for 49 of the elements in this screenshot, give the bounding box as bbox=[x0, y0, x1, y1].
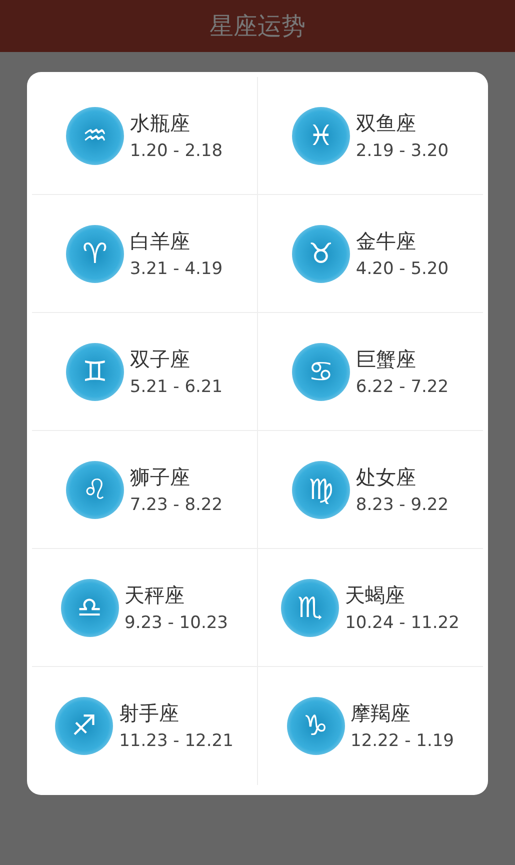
zodiac-name: 天秤座 bbox=[124, 582, 185, 608]
zodiac-dates: 5.21 - 6.21 bbox=[130, 376, 223, 398]
zodiac-item[interactable]: ♑ 摩羯座 12.22 - 1.19 bbox=[258, 667, 483, 785]
zodiac-name: 金牛座 bbox=[356, 228, 416, 254]
zodiac-item[interactable]: ♊ 双子座 5.21 - 6.21 bbox=[32, 313, 258, 431]
zodiac-icon: ♏ bbox=[281, 578, 340, 636]
zodiac-icon: ♉ bbox=[292, 224, 350, 282]
zodiac-name: 摩羯座 bbox=[350, 700, 411, 727]
zodiac-icon: ♋ bbox=[292, 342, 350, 400]
zodiac-name: 天蝎座 bbox=[345, 582, 406, 608]
zodiac-item[interactable]: ♎ 天秤座 9.23 - 10.23 bbox=[32, 549, 258, 667]
zodiac-item[interactable]: ♉ 金牛座 4.20 - 5.20 bbox=[258, 195, 483, 313]
zodiac-dates: 11.23 - 12.21 bbox=[119, 730, 234, 753]
zodiac-dates: 4.20 - 5.20 bbox=[356, 258, 449, 280]
zodiac-icon: ♓ bbox=[292, 106, 350, 164]
zodiac-icon: ♎ bbox=[60, 578, 119, 636]
zodiac-dates: 6.22 - 7.22 bbox=[356, 376, 449, 398]
zodiac-dates: 8.23 - 9.22 bbox=[356, 494, 449, 516]
zodiac-dates: 12.22 - 1.19 bbox=[350, 730, 454, 753]
zodiac-name: 射手座 bbox=[119, 700, 180, 727]
zodiac-item[interactable]: ♒ 水瓶座 1.20 - 2.18 bbox=[32, 77, 258, 195]
zodiac-icon: ♑ bbox=[286, 697, 345, 755]
zodiac-name: 水瓶座 bbox=[130, 110, 190, 136]
zodiac-icon: ♊ bbox=[66, 342, 124, 400]
zodiac-name: 白羊座 bbox=[130, 228, 190, 254]
zodiac-dates: 9.23 - 10.23 bbox=[124, 612, 228, 634]
zodiac-icon: ♒ bbox=[66, 106, 124, 164]
zodiac-icon: ♐ bbox=[55, 697, 114, 755]
zodiac-item[interactable]: ♋ 巨蟹座 6.22 - 7.22 bbox=[258, 313, 483, 431]
zodiac-dates: 7.23 - 8.22 bbox=[130, 494, 223, 516]
zodiac-name: 处女座 bbox=[356, 464, 416, 490]
zodiac-dates: 3.21 - 4.19 bbox=[130, 258, 223, 280]
zodiac-name: 巨蟹座 bbox=[356, 346, 416, 372]
zodiac-dates: 10.24 - 11.22 bbox=[345, 612, 460, 634]
zodiac-item[interactable]: ♐ 射手座 11.23 - 12.21 bbox=[32, 667, 258, 785]
zodiac-item[interactable]: ♈ 白羊座 3.21 - 4.19 bbox=[32, 195, 258, 313]
zodiac-icon: ♍ bbox=[292, 460, 350, 518]
page-title: 星座运势 bbox=[210, 11, 306, 42]
zodiac-dates: 1.20 - 2.18 bbox=[130, 140, 223, 162]
zodiac-icon: ♌ bbox=[66, 460, 124, 518]
zodiac-item[interactable]: ♍ 处女座 8.23 - 9.22 bbox=[258, 431, 483, 549]
zodiac-dates: 2.19 - 3.20 bbox=[356, 140, 449, 162]
zodiac-item[interactable]: ♌ 狮子座 7.23 - 8.22 bbox=[32, 431, 258, 549]
zodiac-name: 双子座 bbox=[130, 346, 190, 372]
zodiac-name: 双鱼座 bbox=[356, 110, 416, 136]
zodiac-item[interactable]: ♓ 双鱼座 2.19 - 3.20 bbox=[258, 77, 483, 195]
zodiac-icon: ♈ bbox=[66, 224, 124, 282]
zodiac-name: 狮子座 bbox=[130, 464, 190, 490]
zodiac-item[interactable]: ♏ 天蝎座 10.24 - 11.22 bbox=[258, 549, 483, 667]
